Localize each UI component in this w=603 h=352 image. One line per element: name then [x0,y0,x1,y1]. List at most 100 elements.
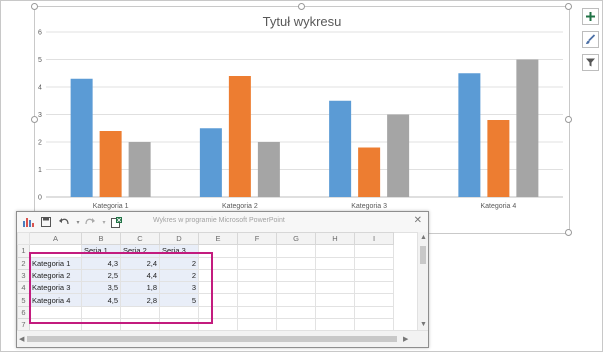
horizontal-scrollbar[interactable]: ◀ ▶ [17,330,428,347]
resize-handle[interactable] [565,116,572,123]
cell[interactable] [198,256,238,270]
cell[interactable] [29,244,82,258]
row-header[interactable]: 2 [17,256,30,270]
column-header[interactable]: D [159,232,199,246]
vertical-scroll-thumb[interactable] [420,246,426,264]
cell[interactable]: Kategoria 1 [29,256,82,270]
cell[interactable]: Kategoria 3 [29,281,82,295]
cell[interactable] [198,305,238,320]
cell[interactable] [159,305,199,320]
scroll-down-icon[interactable]: ▼ [420,321,427,328]
chart-icon[interactable] [22,216,34,228]
column-header[interactable]: A [29,232,82,246]
cell[interactable] [354,318,394,330]
column-header[interactable]: B [81,232,121,246]
cell[interactable]: 4,3 [81,256,121,270]
column-header[interactable]: G [276,232,316,246]
cell[interactable] [198,281,238,295]
cell[interactable] [276,281,316,295]
resize-handle[interactable] [565,3,572,10]
cell[interactable]: 2 [159,268,199,283]
cell[interactable] [354,281,394,295]
cell[interactable] [315,318,355,330]
cell[interactable] [315,281,355,295]
cell[interactable] [237,268,277,283]
cell[interactable] [198,318,238,330]
cell[interactable] [276,318,316,330]
redo-icon[interactable] [84,216,96,228]
redo-dropdown-icon[interactable]: ▾ [98,216,110,228]
cell[interactable] [237,318,277,330]
grid-corner[interactable] [17,232,30,246]
cell[interactable] [354,256,394,270]
row-header[interactable]: 3 [17,268,30,283]
column-header[interactable]: C [120,232,160,246]
row-header[interactable]: 5 [17,293,30,307]
cell[interactable]: 2,8 [120,293,160,307]
scroll-left-icon[interactable]: ◀ [19,335,24,343]
edit-in-excel-icon[interactable] [110,216,122,228]
resize-handle[interactable] [31,3,38,10]
cell[interactable]: Kategoria 2 [29,268,82,283]
cell[interactable] [237,256,277,270]
cell[interactable] [315,256,355,270]
scroll-up-icon[interactable]: ▲ [420,234,427,241]
cell[interactable] [276,244,316,258]
cell[interactable] [354,244,394,258]
column-header[interactable]: F [237,232,277,246]
cell[interactable] [29,318,82,330]
data-sheet-window[interactable]: ▾ ▾ Wykres w programie Microsoft PowerPo… [16,211,429,348]
cell[interactable]: Seria 1 [81,244,121,258]
cell[interactable] [315,244,355,258]
cell[interactable]: 4,4 [120,268,160,283]
cell[interactable]: 2,4 [120,256,160,270]
close-button[interactable]: ✕ [414,215,422,226]
chart-elements-button[interactable] [582,8,599,25]
cell[interactable] [29,305,82,320]
row-header[interactable]: 1 [17,244,30,258]
row-header[interactable]: 4 [17,281,30,295]
cell[interactable] [159,318,199,330]
cell[interactable] [354,268,394,283]
chart-area[interactable]: Tytuł wykresu 0 1 2 3 4 5 6 Kategoria 1 Kategoria… [34,6,570,234]
cell[interactable] [198,293,238,307]
cell[interactable]: Seria 3 [159,244,199,258]
cell[interactable] [120,305,160,320]
cell[interactable] [198,268,238,283]
cell[interactable] [120,318,160,330]
cell[interactable]: 2 [159,256,199,270]
cell[interactable] [354,293,394,307]
chart-styles-button[interactable] [582,31,599,48]
cell[interactable] [237,244,277,258]
scroll-right-icon[interactable]: ▶ [403,335,408,343]
cell[interactable]: 1,8 [120,281,160,295]
cell[interactable]: 3,5 [81,281,121,295]
horizontal-scroll-thumb[interactable] [27,336,397,342]
cell[interactable]: 4,5 [81,293,121,307]
cell[interactable] [276,256,316,270]
undo-icon[interactable] [58,216,70,228]
spreadsheet-grid[interactable]: A B C D E F G H I 1 Seria 1 Seria 2 Seria 3 2 Kategori… [17,232,417,330]
cell[interactable]: 2,5 [81,268,121,283]
resize-handle[interactable] [565,229,572,236]
cell[interactable]: 5 [159,293,199,307]
row-header[interactable]: 6 [17,305,30,320]
cell[interactable] [315,305,355,320]
cell[interactable] [276,293,316,307]
cell[interactable] [276,268,316,283]
chart-filters-button[interactable] [582,54,599,71]
column-header[interactable]: I [354,232,394,246]
save-icon[interactable] [40,216,52,228]
resize-handle[interactable] [31,116,38,123]
cell[interactable] [237,293,277,307]
vertical-scrollbar[interactable]: ▲ ▼ [417,232,428,330]
cell[interactable] [81,305,121,320]
column-header[interactable]: H [315,232,355,246]
cell[interactable] [276,305,316,320]
resize-handle[interactable] [298,3,305,10]
cell[interactable] [354,305,394,320]
column-header[interactable]: E [198,232,238,246]
cell[interactable] [315,268,355,283]
cell[interactable]: 3 [159,281,199,295]
cell[interactable] [237,305,277,320]
